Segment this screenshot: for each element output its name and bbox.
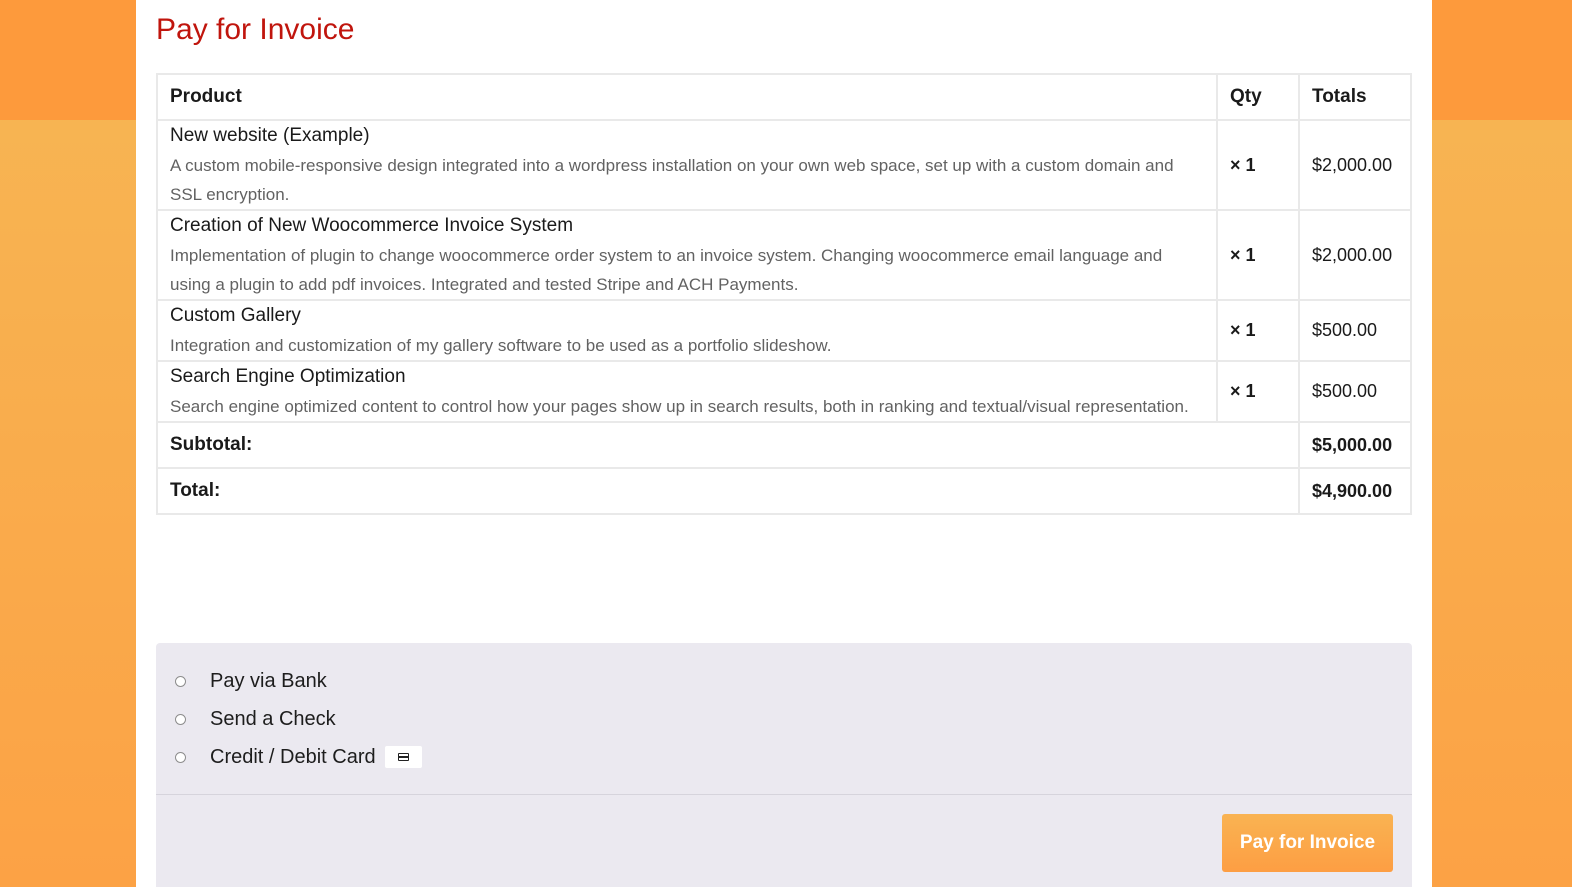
product-name: Search Engine Optimization <box>170 366 406 387</box>
subtotal-row: Subtotal: $5,000.00 <box>156 421 1412 469</box>
product-total: $500.00 <box>1298 299 1412 362</box>
total-label: Total: <box>156 467 1300 515</box>
payment-method-card[interactable]: Credit / Debit Card <box>156 738 1412 776</box>
product-cell: New website (Example) A custom mobile-re… <box>156 119 1218 211</box>
product-total: $2,000.00 <box>1298 119 1412 211</box>
product-cell: Custom Gallery Integration and customiza… <box>156 299 1218 362</box>
payment-method-bank[interactable]: Pay via Bank <box>156 662 1412 700</box>
product-description: Integration and customization of my gall… <box>170 336 832 355</box>
product-total: $500.00 <box>1298 360 1412 423</box>
order-table: Product Qty Totals New website (Example)… <box>156 73 1412 515</box>
product-description: Search engine optimized content to contr… <box>170 397 1189 416</box>
payment-method-label[interactable]: Send a Check <box>210 708 336 731</box>
table-row: Creation of New Woocommerce Invoice Syst… <box>156 209 1412 301</box>
pay-for-invoice-button[interactable]: Pay for Invoice <box>1222 814 1393 872</box>
divider <box>156 794 1412 795</box>
payment-panel: Pay via Bank Send a Check Credit / Debit… <box>156 643 1412 887</box>
product-description: A custom mobile-responsive design integr… <box>170 156 1174 204</box>
total-value: $4,900.00 <box>1298 467 1412 515</box>
total-row: Total: $4,900.00 <box>156 467 1412 515</box>
product-name: Custom Gallery <box>170 305 301 326</box>
product-qty: × 1 <box>1216 209 1300 301</box>
bank-radio[interactable] <box>175 675 186 687</box>
payment-method-label[interactable]: Credit / Debit Card <box>210 746 376 769</box>
payment-method-label[interactable]: Pay via Bank <box>210 670 327 693</box>
product-name: New website (Example) <box>170 125 370 146</box>
page-title: Pay for Invoice <box>156 13 355 46</box>
payment-methods: Pay via Bank Send a Check Credit / Debit… <box>156 662 1412 776</box>
table-row: Search Engine Optimization Search engine… <box>156 360 1412 423</box>
subtotal-value: $5,000.00 <box>1298 421 1412 469</box>
header-product: Product <box>156 73 1218 121</box>
product-cell: Search Engine Optimization Search engine… <box>156 360 1218 423</box>
product-qty: × 1 <box>1216 360 1300 423</box>
credit-card-icon <box>385 746 422 768</box>
table-row: Custom Gallery Integration and customiza… <box>156 299 1412 362</box>
table-header-row: Product Qty Totals <box>156 73 1412 121</box>
header-qty: Qty <box>1216 73 1300 121</box>
product-qty: × 1 <box>1216 119 1300 211</box>
header-totals: Totals <box>1298 73 1412 121</box>
table-row: New website (Example) A custom mobile-re… <box>156 119 1412 211</box>
check-radio[interactable] <box>175 713 186 725</box>
invoice-page: Pay for Invoice Product Qty Totals New w… <box>136 0 1432 887</box>
card-radio[interactable] <box>175 751 186 763</box>
product-name: Creation of New Woocommerce Invoice Syst… <box>170 215 574 236</box>
product-cell: Creation of New Woocommerce Invoice Syst… <box>156 209 1218 301</box>
subtotal-label: Subtotal: <box>156 421 1300 469</box>
payment-method-check[interactable]: Send a Check <box>156 700 1412 738</box>
product-description: Implementation of plugin to change wooco… <box>170 246 1163 294</box>
product-total: $2,000.00 <box>1298 209 1412 301</box>
product-qty: × 1 <box>1216 299 1300 362</box>
